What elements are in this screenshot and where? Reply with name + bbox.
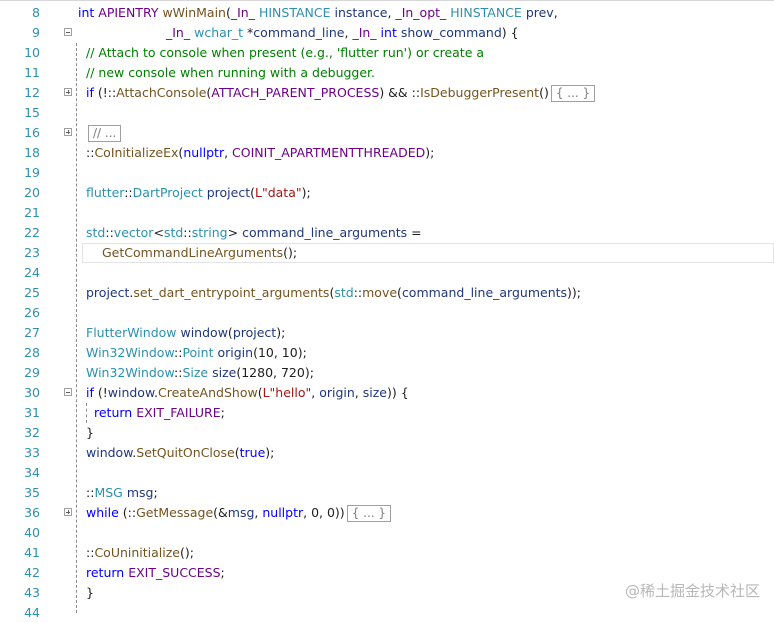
editor-top-border xyxy=(0,0,774,1)
code-line[interactable]: 27 FlutterWindow window(project); xyxy=(0,323,774,343)
code-line[interactable]: 16 // ... xyxy=(0,123,774,143)
line-number: 26 xyxy=(24,305,40,320)
code-text: ::CoInitializeEx(nullptr, COINIT_APARTME… xyxy=(86,145,435,160)
code-line[interactable]: 40 xyxy=(0,523,774,543)
line-number: 20 xyxy=(24,185,40,200)
line-number: 33 xyxy=(24,445,40,460)
code-text: int APIENTRY wWinMain(_In_ HINSTANCE ins… xyxy=(78,5,558,20)
collapsed-region-marker[interactable]: // ... xyxy=(88,125,122,142)
code-text: // new console when running with a debug… xyxy=(86,65,376,80)
code-text: if (!window.CreateAndShow(L"hello", orig… xyxy=(86,385,409,400)
code-line[interactable]: 15 xyxy=(0,103,774,123)
line-number: 22 xyxy=(24,225,40,240)
code-line[interactable]: 35::MSG msg; xyxy=(0,483,774,503)
code-text: } xyxy=(86,425,94,440)
line-number: 44 xyxy=(24,605,40,620)
code-line[interactable]: 30 if (!window.CreateAndShow(L"hello", or… xyxy=(0,383,774,403)
code-line[interactable]: 11 // new console when running with a deb… xyxy=(0,63,774,83)
code-line[interactable]: 20 flutter::DartProject project(L"data"); xyxy=(0,183,774,203)
line-number: 30 xyxy=(24,385,40,400)
code-text: Win32Window::Size size(1280, 720); xyxy=(86,365,314,380)
code-line[interactable]: 10 // Attach to console when present (e.g… xyxy=(0,43,774,63)
collapsed-region-marker[interactable]: { ... } xyxy=(550,85,596,102)
line-number: 36 xyxy=(24,505,40,520)
line-number: 21 xyxy=(24,205,40,220)
line-number: 28 xyxy=(24,345,40,360)
line-number: 18 xyxy=(24,145,40,160)
code-line[interactable]: 24 xyxy=(0,263,774,283)
code-line[interactable]: 23 GetCommandLineArguments(); xyxy=(0,243,774,263)
code-line[interactable]: 12 if (!::AttachConsole(ATTACH_PARENT_PRO… xyxy=(0,83,774,103)
line-number: 41 xyxy=(24,545,40,560)
code-text: if (!::AttachConsole(ATTACH_PARENT_PROCE… xyxy=(86,83,596,103)
code-line[interactable]: 8 int APIENTRY wWinMain(_In_ HINSTANCE in… xyxy=(0,3,774,23)
watermark: @稀土掘金技术社区 xyxy=(624,582,760,600)
line-number: 34 xyxy=(24,465,40,480)
line-number: 42 xyxy=(24,565,40,580)
expand-fold-icon[interactable] xyxy=(64,128,72,136)
line-number: 23 xyxy=(24,245,40,260)
code-text: // Attach to console when present (e.g.,… xyxy=(86,45,485,60)
line-number: 40 xyxy=(24,525,40,540)
code-line[interactable]: 18::CoInitializeEx(nullptr, COINIT_APART… xyxy=(0,143,774,163)
line-number: 31 xyxy=(24,405,40,420)
code-line[interactable]: 21 xyxy=(0,203,774,223)
code-text: FlutterWindow window(project); xyxy=(86,325,286,340)
code-text: Win32Window::Point origin(10, 10); xyxy=(86,345,307,360)
line-number: 43 xyxy=(24,585,40,600)
line-number: 24 xyxy=(24,265,40,280)
code-text: window.SetQuitOnClose(true); xyxy=(86,445,275,460)
code-line[interactable]: 25 project.set_dart_entrypoint_arguments(… xyxy=(0,283,774,303)
code-text: // ... xyxy=(86,123,122,143)
line-number: 15 xyxy=(24,105,40,120)
expand-fold-icon[interactable] xyxy=(64,508,72,516)
code-text: flutter::DartProject project(L"data"); xyxy=(86,185,311,200)
line-number: 10 xyxy=(24,45,40,60)
code-line[interactable]: 29 Win32Window::Size size(1280, 720); xyxy=(0,363,774,383)
line-number: 9 xyxy=(32,25,40,40)
code-text: ::MSG msg; xyxy=(86,485,158,500)
code-line[interactable]: 36 while (::GetMessage(&msg, nullptr, 0, … xyxy=(0,503,774,523)
expand-fold-icon[interactable] xyxy=(64,88,72,96)
code-text: return EXIT_SUCCESS; xyxy=(86,565,225,580)
code-text: GetCommandLineArguments(); xyxy=(102,245,298,260)
line-number: 19 xyxy=(24,165,40,180)
line-number: 27 xyxy=(24,325,40,340)
code-line[interactable]: 33 window.SetQuitOnClose(true); xyxy=(0,443,774,463)
code-line[interactable]: 34 xyxy=(0,463,774,483)
line-number: 16 xyxy=(24,125,40,140)
line-number: 32 xyxy=(24,425,40,440)
code-line[interactable]: 32} xyxy=(0,423,774,443)
code-text: std::vector<std::string> command_line_ar… xyxy=(86,225,422,240)
code-editor[interactable]: 8 int APIENTRY wWinMain(_In_ HINSTANCE in… xyxy=(0,0,774,620)
code-line[interactable]: 19 xyxy=(0,163,774,183)
line-number: 12 xyxy=(24,85,40,100)
code-text: return EXIT_FAILURE; xyxy=(94,405,225,420)
code-line[interactable]: 9 _In_ wchar_t *command_line, _In_ int sh… xyxy=(0,23,774,43)
collapse-fold-icon[interactable] xyxy=(64,388,72,396)
code-line[interactable]: 26 xyxy=(0,303,774,323)
code-line[interactable]: 41::CoUninitialize(); xyxy=(0,543,774,563)
code-line[interactable]: 44 xyxy=(0,603,774,623)
collapse-fold-icon[interactable] xyxy=(64,28,72,36)
code-line[interactable]: 22 std::vector<std::string> command_line_… xyxy=(0,223,774,243)
code-line[interactable]: 28 Win32Window::Point origin(10, 10); xyxy=(0,343,774,363)
line-number: 8 xyxy=(32,5,40,20)
code-line[interactable]: 31 return EXIT_FAILURE; xyxy=(0,403,774,423)
line-number: 25 xyxy=(24,285,40,300)
line-number: 29 xyxy=(24,365,40,380)
code-text: } xyxy=(86,585,94,600)
code-text: while (::GetMessage(&msg, nullptr, 0, 0)… xyxy=(86,503,392,523)
collapsed-region-marker[interactable]: { ... } xyxy=(346,505,392,522)
line-number: 11 xyxy=(24,65,40,80)
code-text: project.set_dart_entrypoint_arguments(st… xyxy=(86,285,581,300)
code-text: _In_ wchar_t *command_line, _In_ int sho… xyxy=(166,25,519,40)
code-text: ::CoUninitialize(); xyxy=(86,545,194,560)
line-number: 35 xyxy=(24,485,40,500)
